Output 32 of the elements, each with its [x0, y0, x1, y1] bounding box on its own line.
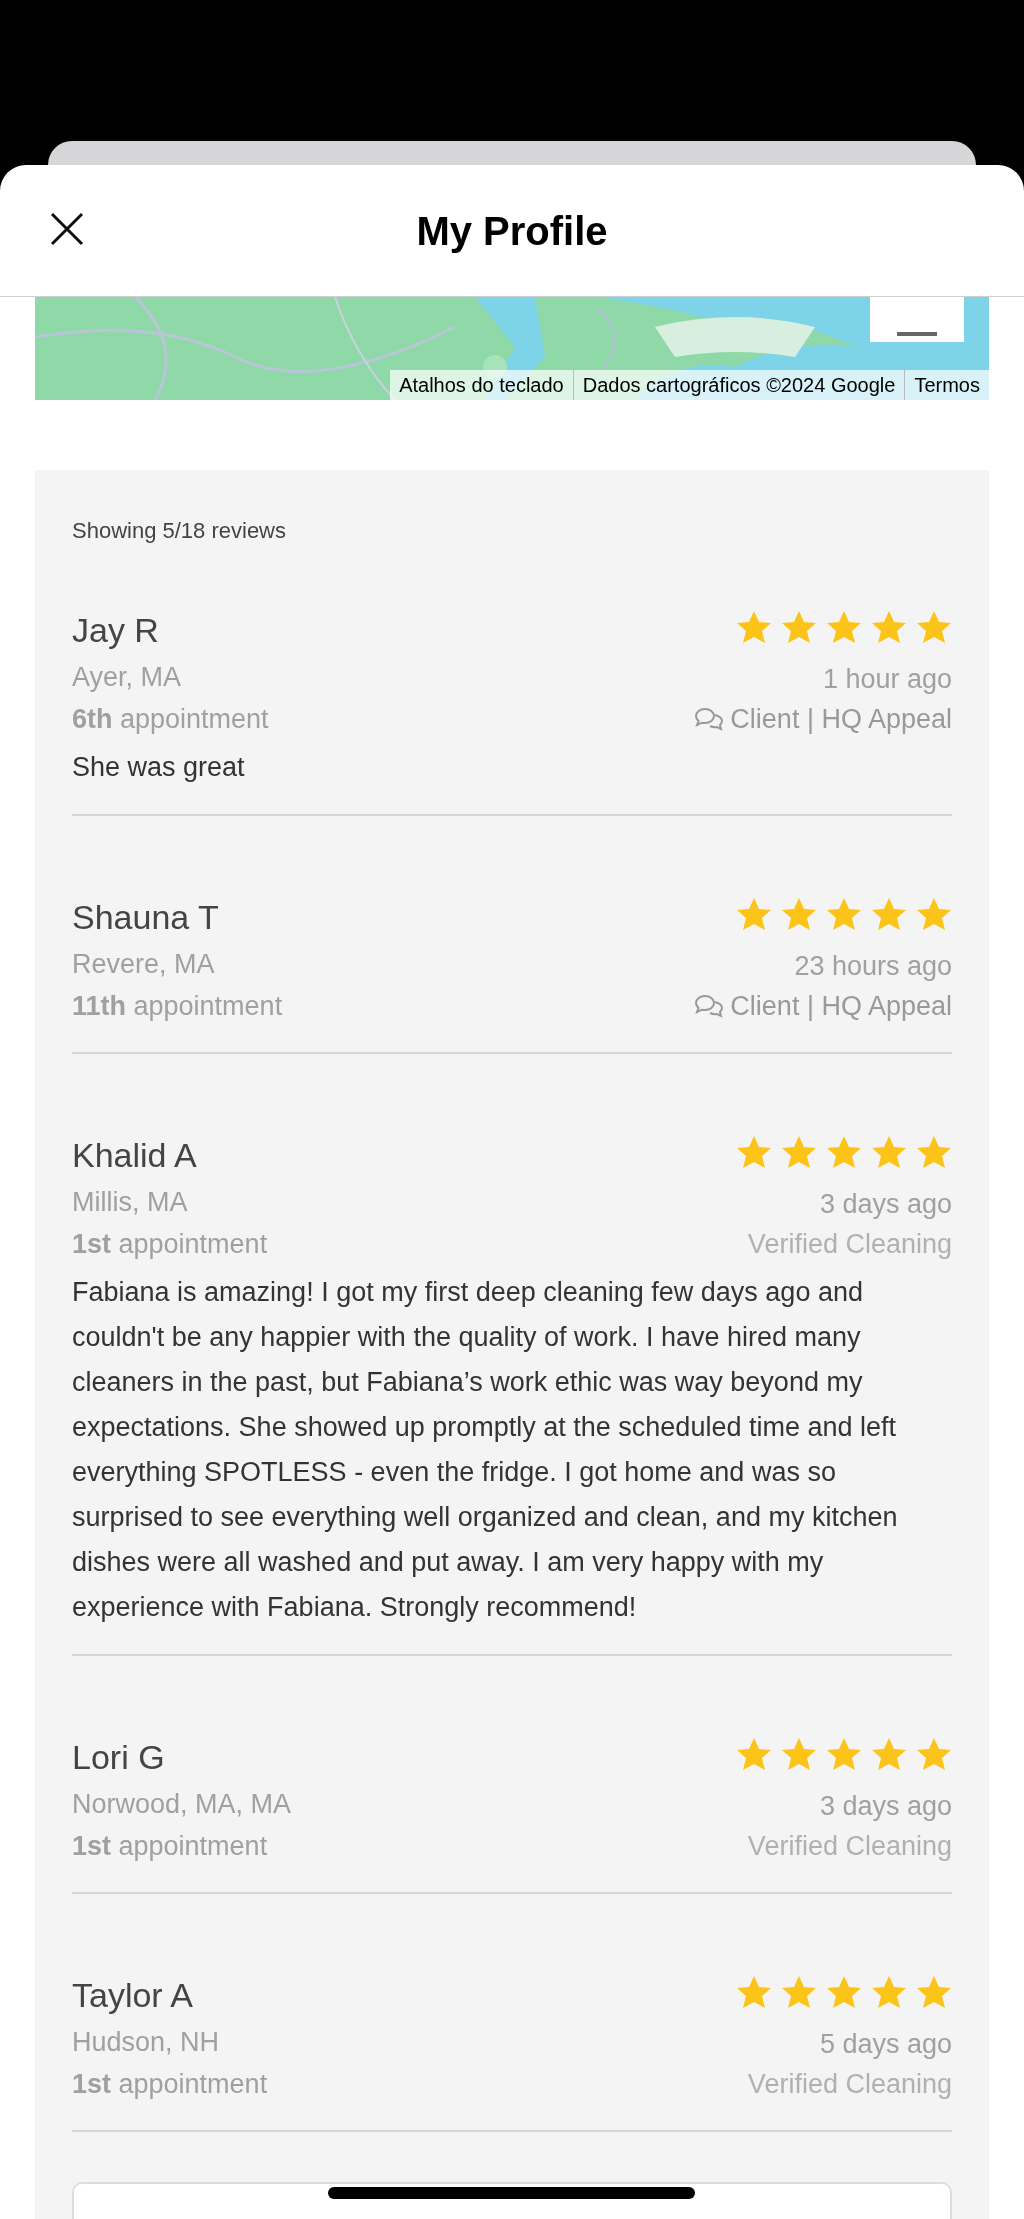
map-attribution-link[interactable]: Atalhos do teclado: [390, 370, 573, 400]
review-source: Verified Cleaning: [747, 1830, 952, 1863]
review-time: 23 hours ago: [794, 950, 952, 983]
reviews-count: Showing 5/18 reviews: [72, 517, 287, 545]
review-text: She was great: [72, 751, 246, 784]
review-source: Verified Cleaning: [747, 1228, 952, 1261]
appointment-count: 1st appointment: [72, 1228, 268, 1261]
reviewer-location: Norwood, MA, MA: [72, 1788, 292, 1821]
review-source: Client | HQ Appeal: [730, 990, 952, 1023]
review-source: Client | HQ Appeal: [730, 703, 952, 736]
review-text: Fabiana is amazing! I got my first deep cleaning few days ago and couldn't be any happier with the quality of work. I have hired many cleaners in the past, but Fabiana’s work ethic was way beyond my expectations. She showed up promptly at the scheduled time and left everything SPOTLESS - even the fridge. I got home and was so surprised to see everything well organized and clean, and my kitchen dishes were all washed and put away. I am very happy with my experience with Fabiana. Strongly recommend!: [72, 1276, 899, 1624]
reviewer-name: Khalid A: [72, 1135, 198, 1176]
reviewer-name: Jay R: [72, 610, 160, 651]
reviewer-name: Taylor A: [72, 1975, 194, 2016]
reviewer-location: Hudson, NH: [72, 2026, 221, 2059]
reviewer-location: Millis, MA: [72, 1186, 189, 1219]
reviewer-name: Lori G: [72, 1737, 166, 1778]
appointment-count: 1st appointment: [72, 2068, 268, 2101]
appointment-count: 11th appointment: [72, 990, 283, 1023]
review-time: 3 days ago: [819, 1790, 952, 1823]
review-source: Verified Cleaning: [747, 2068, 952, 2101]
appointment-count: 6th appointment: [72, 703, 269, 736]
review-time: 3 days ago: [819, 1188, 952, 1221]
map-attribution-link[interactable]: Dados cartográficos ©2024 Google: [572, 370, 905, 400]
reviewer-location: Revere, MA: [72, 948, 216, 981]
reviewer-location: Ayer, MA: [72, 661, 183, 694]
map-attribution-link[interactable]: Termos: [904, 370, 989, 400]
appointment-count: 1st appointment: [72, 1830, 269, 1863]
reviewer-name: Shauna T: [72, 897, 220, 938]
page-title: My Profile: [416, 207, 608, 255]
review-time: 5 days ago: [819, 2028, 952, 2061]
review-time: 1 hour ago: [822, 663, 952, 696]
